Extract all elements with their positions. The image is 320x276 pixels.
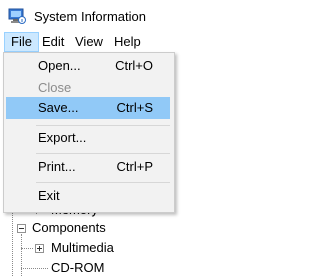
menu-edit[interactable]: Edit [36,32,70,52]
menu-bar: File Edit View Help [0,32,267,54]
tree-guide-line [21,248,33,249]
menu-item-shortcut: Ctrl+P [116,159,153,174]
tree-guide-line [21,268,48,269]
menu-separator [36,182,170,183]
menu-item-label: Export... [38,130,87,145]
menu-item-shortcut: Ctrl+S [116,100,153,115]
menu-item-close: Close [6,77,170,99]
expand-icon[interactable] [35,244,44,253]
menu-item-shortcut: Ctrl+O [115,58,153,73]
menu-item-save[interactable]: Save... Ctrl+S [6,97,170,119]
menu-item-exit[interactable]: Exit [6,185,170,207]
menu-item-label: Print... [38,159,76,174]
system-information-icon [8,8,26,24]
tree-item-components[interactable]: Components [32,220,106,235]
tree-item-cd-rom[interactable]: CD-ROM [51,260,104,275]
file-menu-dropdown: Open... Ctrl+O Close Save... Ctrl+S Expo… [3,52,175,213]
menu-item-print[interactable]: Print... Ctrl+P [6,156,170,178]
menu-item-label: Exit [38,188,60,203]
menu-help[interactable]: Help [108,32,147,52]
menu-file[interactable]: File [4,32,39,52]
menu-separator [36,153,170,154]
window-title: System Information [34,9,146,24]
menu-separator [36,125,170,126]
menu-view[interactable]: View [69,32,109,52]
collapse-icon[interactable] [17,224,26,233]
tree-guide-line [21,234,22,276]
tree-item-multimedia[interactable]: Multimedia [51,240,114,255]
menu-item-open[interactable]: Open... Ctrl+O [6,55,170,77]
menu-item-export[interactable]: Export... [6,127,170,149]
menu-item-label: Open... [38,58,81,73]
menu-item-label: Save... [38,100,79,115]
menu-item-label: Close [38,80,72,95]
title-bar: System Information [0,0,267,32]
